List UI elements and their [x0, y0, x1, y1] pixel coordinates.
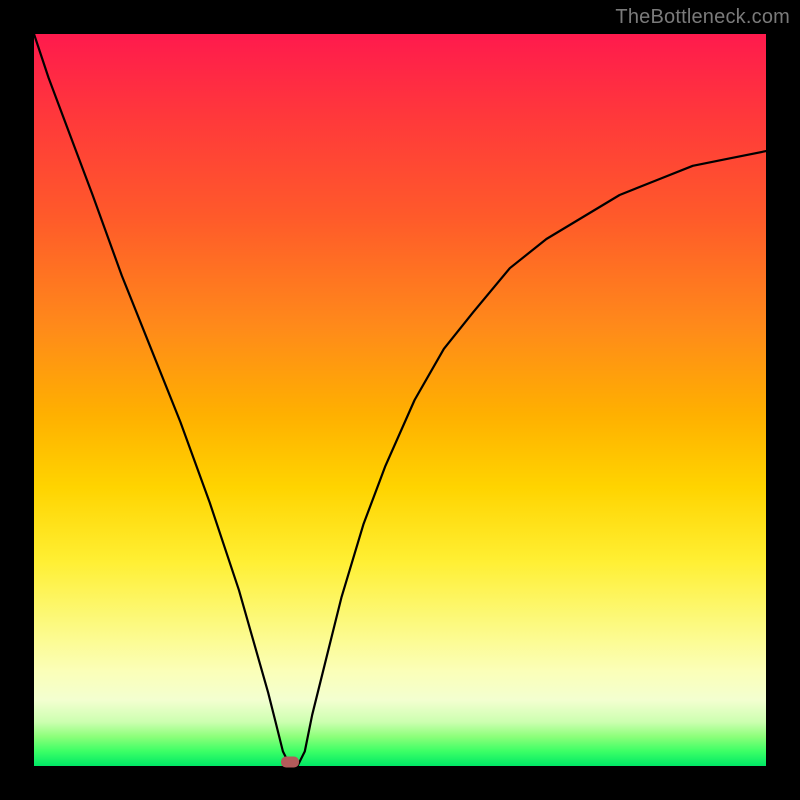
chart-frame: TheBottleneck.com: [0, 0, 800, 800]
optimal-marker: [281, 757, 299, 768]
bottleneck-curve: [34, 34, 766, 766]
watermark-text: TheBottleneck.com: [615, 6, 790, 29]
plot-area: [34, 34, 766, 766]
